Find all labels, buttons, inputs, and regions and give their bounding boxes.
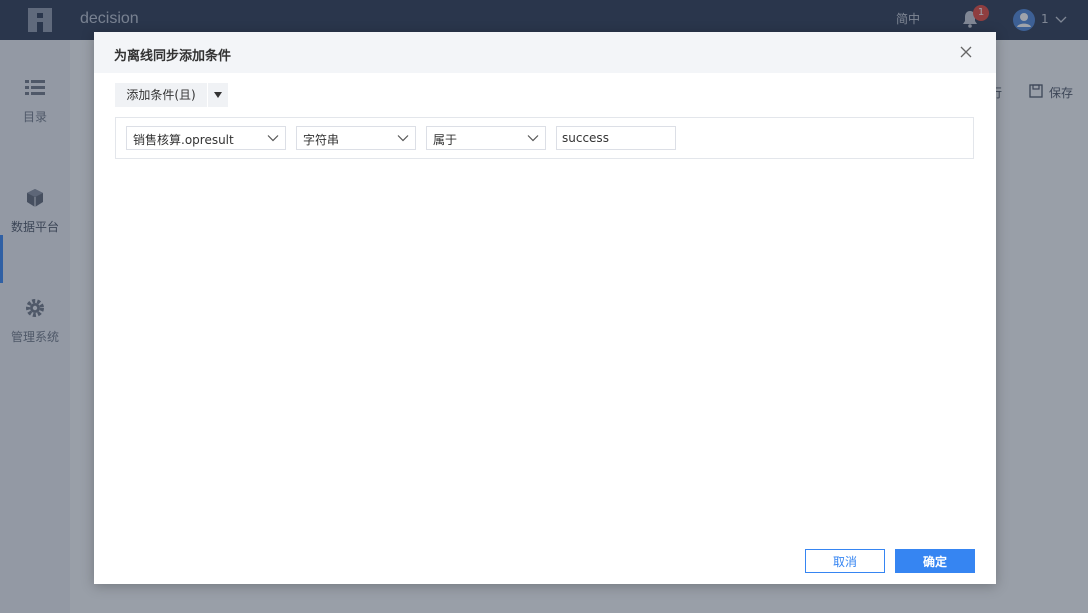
- add-condition-button[interactable]: 添加条件(且): [115, 83, 207, 107]
- cancel-button[interactable]: 取消: [805, 549, 885, 573]
- type-select[interactable]: 字符串: [296, 126, 416, 150]
- field-select-value: 销售核算.opresult: [133, 133, 234, 147]
- value-input[interactable]: [556, 126, 676, 150]
- confirm-button[interactable]: 确定: [895, 549, 975, 573]
- caret-down-icon: [214, 92, 222, 98]
- operator-select-value: 属于: [433, 133, 458, 147]
- add-condition-dialog: 为离线同步添加条件 添加条件(且) 销售核算.opresult 字符串 属于 s…: [94, 32, 996, 584]
- add-condition-group: 添加条件(且): [115, 83, 228, 107]
- chevron-down-icon: [527, 135, 539, 142]
- close-icon[interactable]: [958, 44, 974, 60]
- field-select[interactable]: 销售核算.opresult: [126, 126, 286, 150]
- condition-row: 销售核算.opresult 字符串 属于: [115, 117, 974, 159]
- dialog-header: 为离线同步添加条件: [94, 32, 996, 73]
- operator-select[interactable]: 属于: [426, 126, 546, 150]
- chevron-down-icon: [267, 135, 279, 142]
- type-select-value: 字符串: [303, 133, 340, 147]
- chevron-down-icon: [397, 135, 409, 142]
- add-condition-dropdown[interactable]: [208, 83, 228, 107]
- dialog-title: 为离线同步添加条件: [114, 49, 232, 64]
